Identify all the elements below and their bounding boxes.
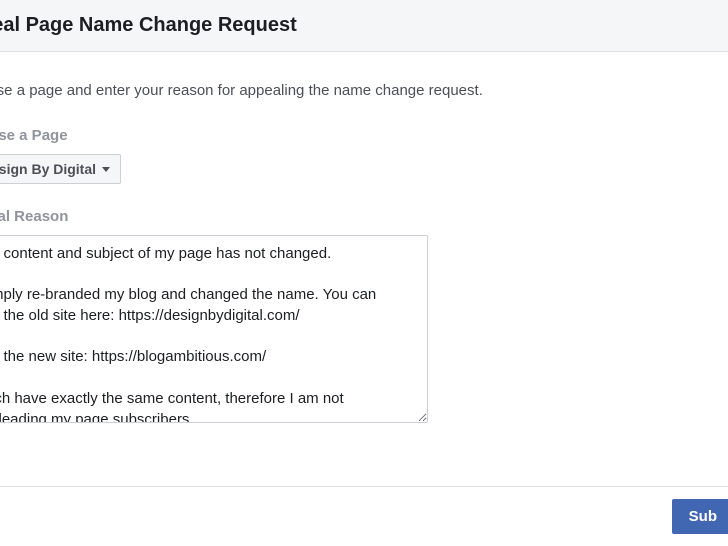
choose-page-label: oose a Page: [0, 127, 728, 144]
footer-bar: Sub: [0, 486, 728, 546]
chevron-down-icon: [102, 167, 110, 172]
page-title: peal Page Name Change Request: [0, 14, 728, 37]
page-select-value: esign By Digital: [0, 161, 96, 177]
appeal-reason-label: peal Reason: [0, 208, 728, 225]
content-area: oose a page and enter your reason for ap…: [0, 52, 728, 428]
page-select-dropdown[interactable]: esign By Digital: [0, 154, 121, 184]
appeal-reason-textarea[interactable]: e content and subject of my page has not…: [0, 235, 428, 423]
instructions-text: oose a page and enter your reason for ap…: [0, 82, 728, 99]
header-bar: peal Page Name Change Request: [0, 0, 728, 52]
submit-button[interactable]: Sub: [672, 499, 728, 534]
